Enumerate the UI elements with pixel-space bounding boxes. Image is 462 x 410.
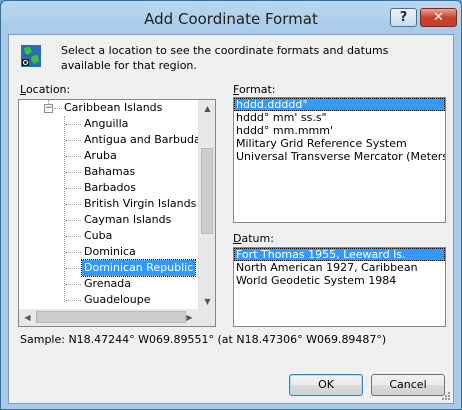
format-item[interactable]: hddd.ddddd°	[234, 98, 445, 111]
tree-item-cuba[interactable]: Cuba	[82, 228, 114, 244]
tree-item-dominican-republic[interactable]: Dominican Republic	[80, 259, 197, 277]
format-item[interactable]: hddd° mm.mmm'	[234, 124, 445, 137]
tree-guide-line	[65, 236, 81, 237]
dialog-client-area: Select a location to see the coordinate …	[8, 34, 454, 404]
format-item[interactable]: Military Grid Reference System	[234, 137, 445, 150]
tree-guide-line	[65, 220, 81, 221]
tree-vertical-scrollbar[interactable]: ▲ ▼	[198, 100, 215, 310]
tree-horizontal-scrollbar[interactable]: ◀ ▶	[19, 309, 215, 326]
datum-label-text: atum:	[241, 232, 274, 245]
datum-item[interactable]: North American 1927, Caribbean	[234, 261, 445, 274]
tree-guide-line	[65, 156, 81, 157]
tree-guide-line	[65, 204, 81, 205]
close-button[interactable]: ✕	[420, 8, 457, 27]
scroll-left-arrow-icon[interactable]: ◀	[19, 309, 36, 326]
tree-item-barbados[interactable]: Barbados	[82, 180, 138, 196]
tree-item-grenada[interactable]: Grenada	[82, 276, 133, 292]
tree-guide-line	[65, 188, 81, 189]
tree-guide-line	[65, 268, 81, 269]
dialog-window: Add Coordinate Format ? ✕ Select a locat…	[0, 0, 462, 410]
tree-guide-line	[64, 116, 65, 302]
tree-item-guadeloupe[interactable]: Guadeloupe	[82, 292, 153, 308]
ok-button[interactable]: OK	[289, 374, 363, 396]
tree-parent-caribbean-islands[interactable]: Caribbean Islands	[62, 100, 164, 116]
tree-item-antigua-and-barbuda[interactable]: Antigua and Barbuda	[82, 132, 203, 148]
resize-grip-icon[interactable]	[441, 391, 451, 401]
datum-listbox[interactable]: Fort Thomas 1955, Leeward Is. North Amer…	[233, 247, 446, 327]
scroll-right-arrow-icon[interactable]: ▶	[181, 309, 198, 326]
help-button[interactable]: ?	[390, 8, 417, 27]
tree-guide-line	[65, 300, 81, 301]
datum-item[interactable]: World Geodetic System 1984	[234, 274, 445, 287]
location-label-text: ocation:	[25, 83, 71, 96]
tree-item-dominica[interactable]: Dominica	[82, 244, 138, 260]
location-tree[interactable]: − Caribbean Islands Anguilla Antigua and…	[18, 99, 216, 327]
tree-guide-line	[54, 108, 62, 109]
globe-icon	[21, 45, 41, 67]
tree-guide-line	[65, 124, 81, 125]
location-label: Location:	[20, 83, 70, 96]
format-label: Format:	[233, 83, 275, 96]
datum-item[interactable]: Fort Thomas 1955, Leeward Is.	[234, 248, 445, 261]
tree-item-anguilla[interactable]: Anguilla	[82, 116, 130, 132]
vertical-scroll-thumb[interactable]	[201, 148, 213, 234]
cancel-button[interactable]: Cancel	[371, 374, 445, 396]
tree-guide-line	[65, 284, 81, 285]
title-bar[interactable]: Add Coordinate Format ? ✕	[1, 1, 461, 35]
collapse-toggle-icon[interactable]: −	[44, 104, 53, 113]
format-item[interactable]: Universal Transverse Mercator (Meters)	[234, 150, 445, 163]
format-label-text: ormat:	[238, 83, 276, 96]
tree-guide-line	[65, 172, 81, 173]
scroll-up-arrow-icon[interactable]: ▲	[199, 100, 215, 117]
intro-text: Select a location to see the coordinate …	[61, 44, 389, 72]
datum-label: Datum:	[233, 232, 274, 245]
tree-item-british-virgin-islands[interactable]: British Virgin Islands	[82, 196, 198, 212]
tree-item-aruba[interactable]: Aruba	[82, 148, 119, 164]
tree-guide-line	[65, 252, 81, 253]
sample-text: Sample: N18.47244° W069.89551° (at N18.4…	[20, 333, 387, 346]
tree-guide-line	[65, 140, 81, 141]
format-listbox[interactable]: hddd.ddddd° hddd° mm' ss.s" hddd° mm.mmm…	[233, 97, 446, 223]
tree-item-bahamas[interactable]: Bahamas	[82, 164, 137, 180]
horizontal-scroll-thumb[interactable]	[36, 311, 186, 323]
format-item[interactable]: hddd° mm' ss.s"	[234, 111, 445, 124]
scroll-down-arrow-icon[interactable]: ▼	[199, 293, 215, 310]
tree-item-cayman-islands[interactable]: Cayman Islands	[82, 212, 173, 228]
